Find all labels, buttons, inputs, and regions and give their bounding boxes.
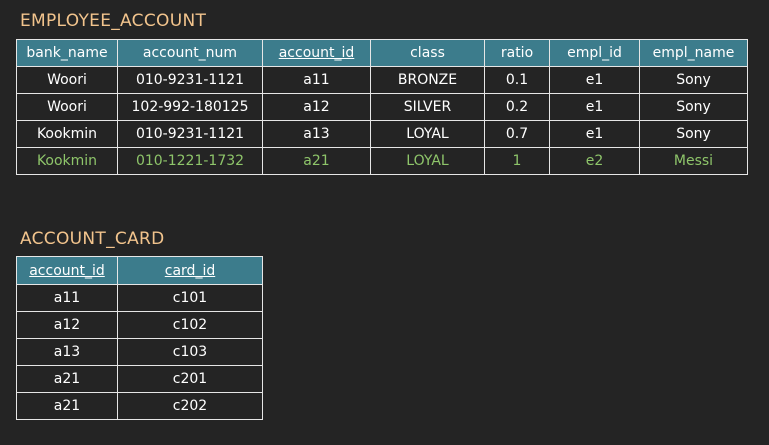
- table-cell: e1: [549, 120, 640, 148]
- table-cell: LOYAL: [370, 147, 485, 175]
- account-card-header: account_id card_id: [16, 256, 263, 285]
- table-cell: a13: [262, 120, 371, 148]
- table-row: a12 c102: [16, 311, 263, 339]
- table-cell: Kookmin: [16, 147, 118, 175]
- table-row: a13 c103: [16, 338, 263, 366]
- table-cell: Kookmin: [16, 120, 118, 148]
- table-row: a21 c202: [16, 392, 263, 420]
- table-cell: a12: [262, 93, 371, 121]
- employee-account-body: Woori 010-9231-1121 a11 BRONZE 0.1 e1 Sony Woor…: [16, 66, 748, 175]
- table-cell: 0.7: [484, 120, 550, 148]
- table-cell: a21: [16, 392, 118, 420]
- table-row: Woori 102-992-180125 a12 SILVER 0.2 e1 Sony: [16, 93, 748, 121]
- table-cell: e1: [549, 93, 640, 121]
- employee-account-table: bank_name account_num account_id class ratio…: [16, 39, 748, 175]
- table-cell: a11: [262, 66, 371, 94]
- table-cell: BRONZE: [370, 66, 485, 94]
- table-cell: Messi: [639, 147, 748, 175]
- table-cell: LOYAL: [370, 120, 485, 148]
- account-card-title: ACCOUNT_CARD: [20, 229, 165, 249]
- table-cell: SILVER: [370, 93, 485, 121]
- account-card-table: account_id card_id a11 c101 a12 c102 a13 c103 a…: [16, 256, 263, 420]
- column-header: empl_name: [639, 39, 748, 67]
- column-header: account_num: [117, 39, 263, 67]
- header-row: account_id card_id: [16, 256, 263, 285]
- employee-account-title: EMPLOYEE_ACCOUNT: [20, 11, 207, 31]
- column-header: card_id: [117, 256, 263, 285]
- table-cell: Sony: [639, 66, 748, 94]
- table-cell: a13: [16, 338, 118, 366]
- table-cell: 010-9231-1121: [117, 66, 263, 94]
- table-row: a21 c201: [16, 365, 263, 393]
- table-cell: c103: [117, 338, 263, 366]
- header-row: bank_name account_num account_id class ratio…: [16, 39, 748, 67]
- employee-account-header: bank_name account_num account_id class ratio…: [16, 39, 748, 67]
- table-cell: 1: [484, 147, 550, 175]
- table-cell: a12: [16, 311, 118, 339]
- table-cell: a11: [16, 284, 118, 312]
- table-row: Kookmin 010-1221-1732 a21 LOYAL 1 e2 Messi: [16, 147, 748, 175]
- table-cell: e2: [549, 147, 640, 175]
- table-cell: a21: [262, 147, 371, 175]
- column-header: bank_name: [16, 39, 118, 67]
- column-header: class: [370, 39, 485, 67]
- table-row: a11 c101: [16, 284, 263, 312]
- table-cell: c101: [117, 284, 263, 312]
- table-cell: Woori: [16, 93, 118, 121]
- table-cell: Sony: [639, 120, 748, 148]
- table-cell: c202: [117, 392, 263, 420]
- table-cell: 010-9231-1121: [117, 120, 263, 148]
- column-header: ratio: [484, 39, 550, 67]
- table-cell: 0.2: [484, 93, 550, 121]
- table-cell: 0.1: [484, 66, 550, 94]
- column-header: empl_id: [549, 39, 640, 67]
- account-card-body: a11 c101 a12 c102 a13 c103 a21 c201 a21 c202: [16, 284, 263, 420]
- table-cell: c102: [117, 311, 263, 339]
- column-header: account_id: [262, 39, 371, 67]
- table-cell: 102-992-180125: [117, 93, 263, 121]
- table-cell: Woori: [16, 66, 118, 94]
- table-cell: Sony: [639, 93, 748, 121]
- table-cell: a21: [16, 365, 118, 393]
- table-row: Woori 010-9231-1121 a11 BRONZE 0.1 e1 Sony: [16, 66, 748, 94]
- table-cell: 010-1221-1732: [117, 147, 263, 175]
- column-header: account_id: [16, 256, 118, 285]
- table-row: Kookmin 010-9231-1121 a13 LOYAL 0.7 e1 Sony: [16, 120, 748, 148]
- table-cell: c201: [117, 365, 263, 393]
- table-cell: e1: [549, 66, 640, 94]
